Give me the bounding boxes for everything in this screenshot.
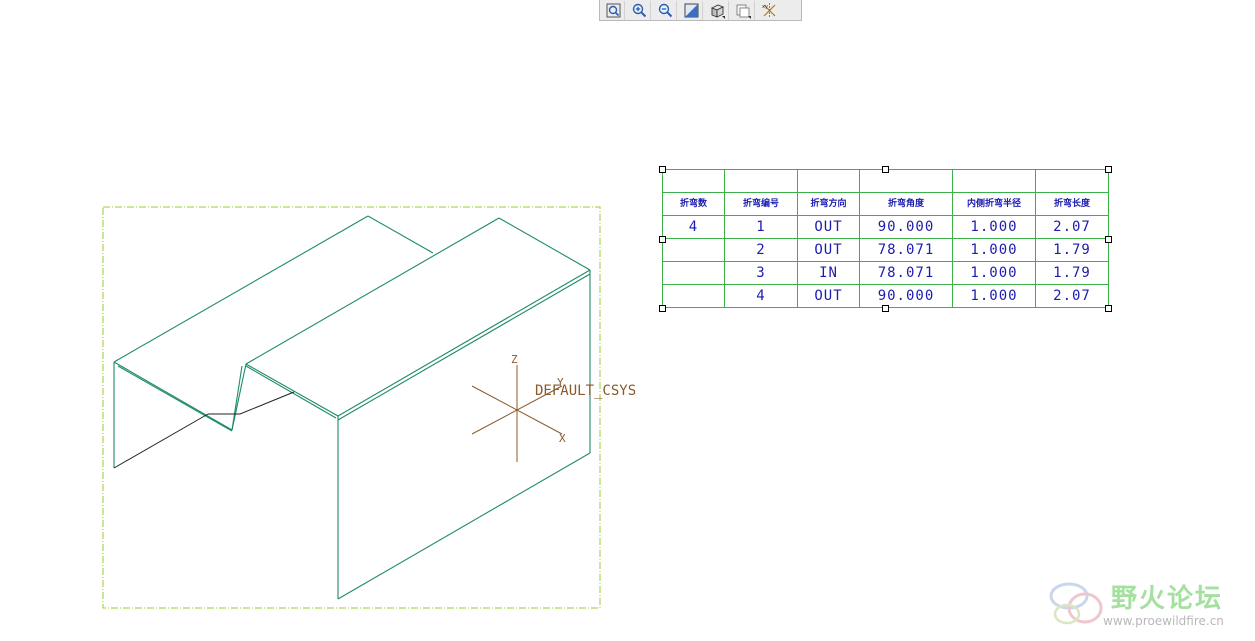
table-cell <box>952 169 1036 193</box>
table-cell <box>797 169 860 193</box>
table-cell: OUT <box>797 238 860 262</box>
sheet-metal-part[interactable] <box>113 215 591 600</box>
table-cell: 4 <box>662 215 725 239</box>
table-handle-bottom-center[interactable] <box>882 305 889 312</box>
table-handle-bottom-left[interactable] <box>659 305 666 312</box>
table-cell: 1.000 <box>952 238 1036 262</box>
table-cell: 1.000 <box>952 284 1036 308</box>
table-cell <box>662 238 725 262</box>
csys-z-label: Z <box>511 353 518 366</box>
header-bend-angle: 折弯角度 <box>859 192 953 216</box>
drawing-sheet: Z Y X DEFAULT_CSYS <box>102 206 636 609</box>
table-cell <box>662 261 725 285</box>
watermark-logo-icon <box>1049 582 1103 625</box>
table-header-row: 折弯数 折弯编号 折弯方向 折弯角度 内侧折弯半径 折弯长度 <box>662 192 1109 216</box>
table-handle-top-left[interactable] <box>659 166 666 173</box>
table-cell: IN <box>797 261 860 285</box>
table-cell: 2.07 <box>1035 215 1109 239</box>
table-cell: 2.07 <box>1035 284 1109 308</box>
table-cell: 90.000 <box>859 284 953 308</box>
table-cell: 1.000 <box>952 261 1036 285</box>
bend-table[interactable]: 折弯数 折弯编号 折弯方向 折弯角度 内侧折弯半径 折弯长度 4 1 OUT 9… <box>662 169 1109 308</box>
table-handle-bottom-right[interactable] <box>1105 305 1112 312</box>
table-handle-top-center[interactable] <box>882 166 889 173</box>
watermark-title: 野火论坛 <box>1111 584 1224 614</box>
table-handle-mid-left[interactable] <box>659 236 666 243</box>
watermark-url: www.proewildfire.cn <box>1103 614 1224 628</box>
table-cell: 1.000 <box>952 215 1036 239</box>
table-row: 2 OUT 78.071 1.000 1.79 <box>662 238 1109 262</box>
table-cell: 1.79 <box>1035 261 1109 285</box>
table-cell <box>1035 169 1109 193</box>
header-bend-number: 折弯编号 <box>724 192 798 216</box>
table-row: 4 1 OUT 90.000 1.000 2.07 <box>662 215 1109 239</box>
csys-name-label: DEFAULT_CSYS <box>535 383 636 399</box>
table-cell: 3 <box>724 261 798 285</box>
view-boundary[interactable] <box>102 206 601 609</box>
header-inner-radius: 内侧折弯半径 <box>952 192 1036 216</box>
table-cell: OUT <box>797 215 860 239</box>
table-cell: 2 <box>724 238 798 262</box>
table-cell <box>724 169 798 193</box>
header-bend-direction: 折弯方向 <box>797 192 860 216</box>
table-handle-top-right[interactable] <box>1105 166 1112 173</box>
table-handle-mid-right[interactable] <box>1105 236 1112 243</box>
header-bend-count: 折弯数 <box>662 192 725 216</box>
back-edges <box>113 391 295 469</box>
table-cell: OUT <box>797 284 860 308</box>
table-row: 3 IN 78.071 1.000 1.79 <box>662 261 1109 285</box>
watermark: 野火论坛 www.proewildfire.cn <box>1045 574 1245 634</box>
header-bend-length: 折弯长度 <box>1035 192 1109 216</box>
table-cell: 78.071 <box>859 261 953 285</box>
table-cell: 78.071 <box>859 238 953 262</box>
table-cell <box>662 284 725 308</box>
default-csys[interactable] <box>471 365 563 462</box>
table-cell: 1.79 <box>1035 238 1109 262</box>
table-cell: 1 <box>724 215 798 239</box>
table-cell: 90.000 <box>859 215 953 239</box>
table-cell <box>662 169 725 193</box>
table-cell: 4 <box>724 284 798 308</box>
csys-x-label: X <box>559 432 566 445</box>
table-cell <box>859 169 953 193</box>
